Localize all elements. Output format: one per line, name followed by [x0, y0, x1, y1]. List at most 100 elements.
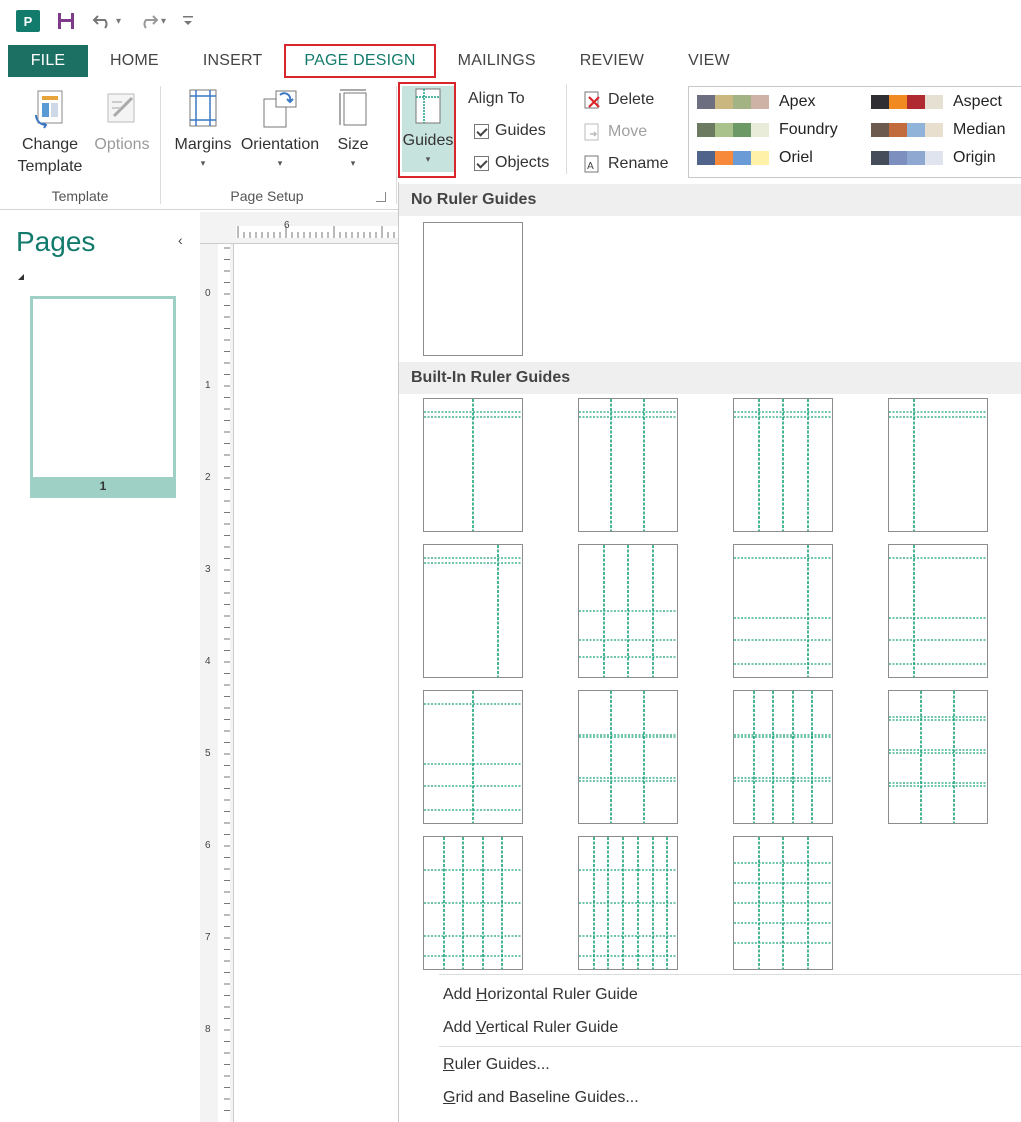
add-vertical-ruler-guide[interactable]: Add Vertical Ruler Guide [443, 1019, 618, 1037]
orientation-icon [259, 86, 301, 130]
collapse-pane-icon[interactable]: ‹ [178, 232, 183, 248]
svg-text:A: A [587, 161, 594, 172]
tab-view[interactable]: VIEW [666, 45, 752, 77]
guide-pattern-preview [889, 399, 987, 531]
menu-text: Add [443, 1019, 476, 1036]
scheme-foundry[interactable]: Foundry [697, 121, 838, 139]
scheme-swatches [697, 123, 769, 137]
tab-file[interactable]: FILE [8, 45, 88, 77]
built-in-guide-option[interactable] [423, 544, 523, 678]
built-in-guide-option[interactable] [423, 398, 523, 532]
align-guides-checkbox[interactable]: Guides [474, 122, 546, 140]
scheme-oriel[interactable]: Oriel [697, 149, 813, 167]
horizontal-ruler[interactable]: 6 [200, 212, 398, 244]
swatch [871, 123, 889, 137]
swatch [697, 123, 715, 137]
align-objects-checkbox[interactable]: Objects [474, 154, 549, 172]
scheme-name: Apex [779, 93, 816, 110]
built-in-guide-option[interactable] [578, 690, 678, 824]
save-icon[interactable] [56, 9, 76, 33]
add-horizontal-ruler-guide[interactable]: Add Horizontal Ruler Guide [443, 986, 638, 1004]
scheme-name: Aspect [953, 93, 1002, 110]
change-template-button[interactable]: Change Template [12, 86, 88, 178]
page-setup-dialog-launcher-icon[interactable] [376, 192, 386, 202]
customize-qat-icon[interactable] [182, 9, 194, 33]
redo-icon[interactable]: ▾ [137, 9, 166, 33]
tab-review[interactable]: REVIEW [558, 45, 666, 77]
guide-pattern-preview [579, 691, 677, 823]
scheme-origin[interactable]: Origin [871, 149, 996, 167]
built-in-guide-option[interactable] [733, 836, 833, 970]
guide-pattern-preview [424, 837, 522, 969]
page-canvas[interactable] [234, 244, 398, 1122]
template-group-label: Template [51, 188, 109, 204]
delete-page-button[interactable]: Delete [582, 90, 654, 110]
built-in-guide-option[interactable] [733, 398, 833, 532]
orientation-label: Orientation [240, 136, 320, 153]
grid-and-baseline-guides-dialog[interactable]: Grid and Baseline Guides... [443, 1089, 639, 1107]
redo-dropdown-icon[interactable]: ▾ [161, 16, 166, 27]
built-in-guide-option[interactable] [578, 544, 678, 678]
menu-accelerator: H [475, 986, 488, 1003]
checkbox-checked-icon[interactable] [474, 155, 489, 171]
checkbox-checked-icon[interactable] [474, 123, 489, 139]
delete-label: Delete [608, 91, 655, 108]
options-button[interactable]: Options [90, 86, 154, 156]
scheme-median[interactable]: Median [871, 121, 1005, 139]
ruler-mark: 1 [205, 380, 211, 391]
options-label: Options [94, 136, 150, 153]
size-button[interactable]: Size ▾ [328, 86, 378, 170]
undo-icon[interactable]: ▾ [92, 9, 121, 33]
built-in-guide-option[interactable] [578, 836, 678, 970]
tab-home[interactable]: HOME [88, 45, 181, 77]
guide-pattern-preview [734, 545, 832, 677]
built-in-guide-option[interactable] [888, 398, 988, 532]
built-in-guide-option[interactable] [888, 690, 988, 824]
built-in-guide-option[interactable] [578, 398, 678, 532]
swatch [925, 95, 943, 109]
built-in-guide-option[interactable] [733, 544, 833, 678]
change-template-label-2: Template [17, 158, 83, 175]
scheme-swatches [697, 151, 769, 165]
menu-text: Add [443, 986, 476, 1003]
swatch [889, 123, 907, 137]
tab-page-design[interactable]: PAGE DESIGN [284, 44, 436, 78]
section-expand-icon[interactable] [18, 274, 24, 280]
swatch [925, 123, 943, 137]
vertical-ruler-ticks: 0 1 2 3 4 5 6 7 8 [205, 244, 230, 1122]
built-in-guide-option[interactable] [423, 690, 523, 824]
move-page-button[interactable]: Move [582, 122, 647, 142]
tab-insert[interactable]: INSERT [181, 45, 285, 77]
built-in-guide-option[interactable] [733, 690, 833, 824]
app-logo-letter: P [16, 10, 40, 32]
swatch [751, 151, 769, 165]
scheme-name: Median [953, 121, 1006, 138]
rename-page-button[interactable]: A Rename [582, 154, 668, 174]
scheme-name: Origin [953, 149, 996, 166]
scheme-aspect[interactable]: Aspect [871, 93, 1002, 111]
scheme-apex[interactable]: Apex [697, 93, 815, 111]
vertical-ruler[interactable]: 0 1 2 3 4 5 6 7 8 [200, 244, 234, 1122]
menu-accelerator: V [475, 1019, 486, 1036]
guide-pattern-preview [579, 837, 677, 969]
align-objects-label: Objects [495, 154, 550, 171]
built-in-ruler-guides-header: Built-In Ruler Guides [399, 362, 1021, 394]
scheme-name: Foundry [779, 121, 838, 138]
orientation-button[interactable]: Orientation ▾ [236, 86, 324, 170]
page-thumbnail[interactable]: 1 [30, 296, 176, 498]
tab-mailings[interactable]: MAILINGS [436, 45, 558, 77]
no-ruler-guides-option[interactable] [423, 222, 523, 356]
swatch [871, 151, 889, 165]
swatch [715, 151, 733, 165]
built-in-guide-option[interactable] [423, 836, 523, 970]
built-in-guide-option[interactable] [888, 544, 988, 678]
page-setup-group-label: Page Setup [230, 188, 304, 204]
undo-dropdown-icon[interactable]: ▾ [116, 16, 121, 27]
margins-button[interactable]: Margins ▾ [168, 86, 238, 170]
ruler-guides-dialog[interactable]: Ruler Guides... [443, 1056, 550, 1074]
swatch [889, 151, 907, 165]
ruler-mark: 0 [205, 288, 211, 299]
ruler-mark: 3 [205, 564, 211, 575]
align-to-label: Align To [468, 90, 525, 108]
size-caret-icon: ▾ [350, 158, 356, 168]
